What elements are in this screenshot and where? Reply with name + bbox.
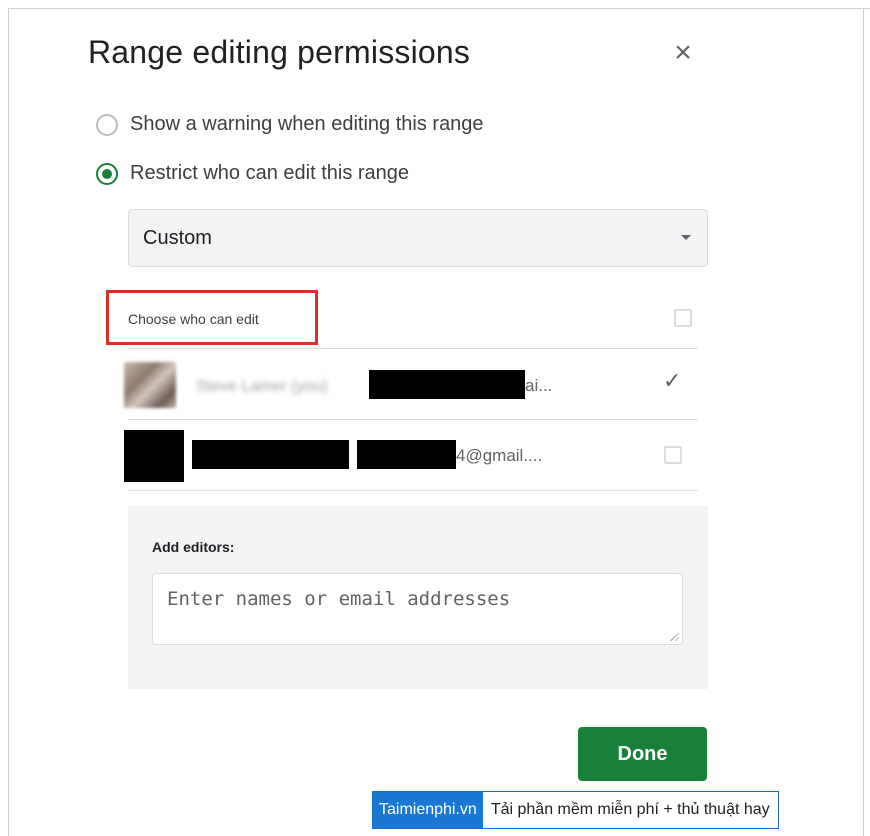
add-editors-input[interactable]: Enter names or email addresses <box>152 573 683 645</box>
highlight-box <box>106 290 318 345</box>
radio-unchecked-icon[interactable] <box>96 113 118 136</box>
add-editors-panel: Add editors: Enter names or email addres… <box>128 506 708 689</box>
watermark-brand: Taimienphi.vn <box>373 792 483 828</box>
radio-checked-icon[interactable] <box>96 162 118 185</box>
option-restrict-editors-label: Restrict who can edit this range <box>130 162 410 184</box>
divider <box>128 348 698 349</box>
permission-select-value: Custom <box>143 227 212 249</box>
resize-handle-icon[interactable] <box>669 631 679 641</box>
redacted-avatar <box>124 430 184 482</box>
editor-checkbox[interactable] <box>664 446 682 464</box>
watermark: Taimienphi.vn Tải phần mềm miễn phí + th… <box>372 791 779 829</box>
redacted-email <box>357 440 456 469</box>
done-button[interactable]: Done <box>578 727 707 781</box>
page-frame-top <box>8 8 870 9</box>
option-restrict-editors[interactable]: Restrict who can edit this range <box>96 162 409 185</box>
dropdown-caret-icon <box>681 235 691 240</box>
avatar <box>124 362 176 408</box>
checkmark-icon[interactable]: ✓ <box>663 368 681 394</box>
editor-email-suffix: 4@gmail.... <box>456 446 543 465</box>
add-editors-placeholder: Enter names or email addresses <box>167 588 511 610</box>
divider <box>128 419 698 420</box>
option-show-warning[interactable]: Show a warning when editing this range <box>96 113 484 136</box>
editor-name-blurred: Steve Lamer (you) <box>196 378 328 395</box>
page-frame-left <box>8 8 9 836</box>
editor-email-suffix: ai... <box>525 376 553 395</box>
dialog-title: Range editing permissions <box>88 34 471 70</box>
redacted-email <box>369 370 525 399</box>
select-all-checkbox[interactable] <box>674 309 692 327</box>
page-frame-right <box>863 8 864 836</box>
permission-select[interactable]: Custom <box>128 209 708 267</box>
redacted-name <box>192 440 349 469</box>
divider <box>128 490 698 491</box>
option-show-warning-label: Show a warning when editing this range <box>130 113 484 135</box>
add-editors-label: Add editors: <box>152 539 235 555</box>
close-icon[interactable]: × <box>668 38 698 68</box>
watermark-slogan: Tải phần mềm miễn phí + thủ thuật hay <box>482 792 778 828</box>
